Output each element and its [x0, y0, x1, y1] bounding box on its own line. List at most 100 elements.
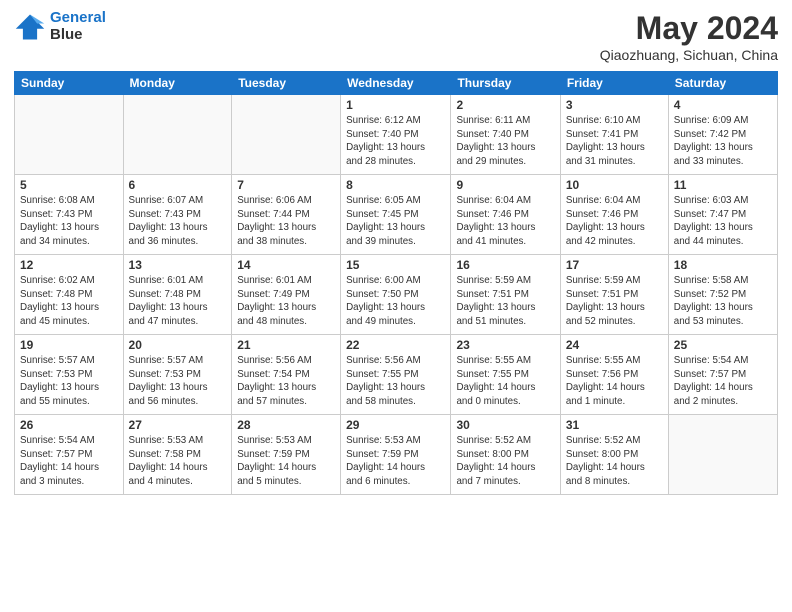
- day-number: 31: [566, 418, 663, 432]
- day-info: Sunrise: 6:01 AM Sunset: 7:49 PM Dayligh…: [237, 274, 335, 329]
- day-info: Sunrise: 5:55 AM Sunset: 7:55 PM Dayligh…: [456, 354, 554, 409]
- day-number: 9: [456, 178, 554, 192]
- calendar-week-1: 5Sunrise: 6:08 AM Sunset: 7:43 PM Daylig…: [15, 175, 778, 255]
- calendar-cell: 4 Sunrise: 6:09 AM Sunset: 7:42 PM Daylig…: [668, 95, 777, 175]
- calendar-cell: 1 Sunrise: 6:12 AM Sunset: 7:40 PM Daylig…: [341, 95, 451, 175]
- day-info: Sunrise: 5:52 AM Sunset: 8:00 PM Dayligh…: [566, 434, 663, 489]
- calendar-cell: 16 Sunrise: 5:59 AM Sunset: 7:51 PM Dayli…: [451, 255, 560, 335]
- calendar-cell: [15, 95, 124, 175]
- calendar-week-0: 1 Sunrise: 6:12 AM Sunset: 7:40 PM Daylig…: [15, 95, 778, 175]
- day-info: Sunrise: 5:53 AM Sunset: 7:58 PM Dayligh…: [129, 434, 227, 489]
- day-info: Sunrise: 6:05 AM Sunset: 7:45 PM Dayligh…: [346, 194, 445, 249]
- calendar-cell: 21 Sunrise: 5:56 AM Sunset: 7:54 PM Dayli…: [232, 335, 341, 415]
- calendar-cell: 27 Sunrise: 5:53 AM Sunset: 7:58 PM Dayli…: [123, 415, 232, 495]
- header: General Blue May 2024 Qiaozhuang, Sichua…: [14, 10, 778, 63]
- day-header-friday: Friday: [560, 72, 668, 95]
- day-info: Sunrise: 5:53 AM Sunset: 7:59 PM Dayligh…: [237, 434, 335, 489]
- day-info: Sunrise: 6:01 AM Sunset: 7:48 PM Dayligh…: [129, 274, 227, 329]
- calendar-cell: 23 Sunrise: 5:55 AM Sunset: 7:55 PM Dayli…: [451, 335, 560, 415]
- day-info: Sunrise: 6:06 AM Sunset: 7:44 PM Dayligh…: [237, 194, 335, 249]
- day-number: 11: [674, 178, 772, 192]
- day-info: Sunrise: 5:57 AM Sunset: 7:53 PM Dayligh…: [20, 354, 118, 409]
- day-number: 28: [237, 418, 335, 432]
- day-info: Sunrise: 5:55 AM Sunset: 7:56 PM Dayligh…: [566, 354, 663, 409]
- day-info: Sunrise: 6:08 AM Sunset: 7:43 PM Dayligh…: [20, 194, 118, 249]
- day-number: 4: [674, 98, 772, 112]
- day-number: 27: [129, 418, 227, 432]
- calendar-cell: 25Sunrise: 5:54 AM Sunset: 7:57 PM Dayli…: [668, 335, 777, 415]
- calendar-cell: 17Sunrise: 5:59 AM Sunset: 7:51 PM Dayli…: [560, 255, 668, 335]
- calendar-cell: 7Sunrise: 6:06 AM Sunset: 7:44 PM Daylig…: [232, 175, 341, 255]
- calendar-cell: 10 Sunrise: 6:04 AM Sunset: 7:46 PM Dayli…: [560, 175, 668, 255]
- day-info: Sunrise: 6:03 AM Sunset: 7:47 PM Dayligh…: [674, 194, 772, 249]
- day-number: 1: [346, 98, 445, 112]
- calendar-cell: 28 Sunrise: 5:53 AM Sunset: 7:59 PM Dayli…: [232, 415, 341, 495]
- calendar-cell: 22Sunrise: 5:56 AM Sunset: 7:55 PM Dayli…: [341, 335, 451, 415]
- day-info: Sunrise: 5:59 AM Sunset: 7:51 PM Dayligh…: [566, 274, 663, 329]
- location: Qiaozhuang, Sichuan, China: [600, 47, 778, 63]
- calendar-cell: 12 Sunrise: 6:02 AM Sunset: 7:48 PM Dayli…: [15, 255, 124, 335]
- day-number: 6: [129, 178, 227, 192]
- calendar-cell: [232, 95, 341, 175]
- header-row: SundayMondayTuesdayWednesdayThursdayFrid…: [15, 72, 778, 95]
- calendar-cell: 14 Sunrise: 6:01 AM Sunset: 7:49 PM Dayli…: [232, 255, 341, 335]
- day-info: Sunrise: 6:11 AM Sunset: 7:40 PM Dayligh…: [456, 114, 554, 169]
- logo-text: General Blue: [50, 10, 106, 43]
- day-info: Sunrise: 6:09 AM Sunset: 7:42 PM Dayligh…: [674, 114, 772, 169]
- calendar-cell: 3 Sunrise: 6:10 AM Sunset: 7:41 PM Daylig…: [560, 95, 668, 175]
- calendar-cell: 6 Sunrise: 6:07 AM Sunset: 7:43 PM Daylig…: [123, 175, 232, 255]
- day-header-wednesday: Wednesday: [341, 72, 451, 95]
- day-number: 16: [456, 258, 554, 272]
- day-info: Sunrise: 6:07 AM Sunset: 7:43 PM Dayligh…: [129, 194, 227, 249]
- calendar-cell: 20 Sunrise: 5:57 AM Sunset: 7:53 PM Dayli…: [123, 335, 232, 415]
- calendar-cell: 9 Sunrise: 6:04 AM Sunset: 7:46 PM Daylig…: [451, 175, 560, 255]
- calendar-cell: 18Sunrise: 5:58 AM Sunset: 7:52 PM Dayli…: [668, 255, 777, 335]
- calendar-week-3: 19 Sunrise: 5:57 AM Sunset: 7:53 PM Dayli…: [15, 335, 778, 415]
- day-header-sunday: Sunday: [15, 72, 124, 95]
- day-info: Sunrise: 6:00 AM Sunset: 7:50 PM Dayligh…: [346, 274, 445, 329]
- day-info: Sunrise: 5:59 AM Sunset: 7:51 PM Dayligh…: [456, 274, 554, 329]
- calendar-cell: 11 Sunrise: 6:03 AM Sunset: 7:47 PM Dayli…: [668, 175, 777, 255]
- calendar-table: SundayMondayTuesdayWednesdayThursdayFrid…: [14, 71, 778, 495]
- calendar-cell: 2Sunrise: 6:11 AM Sunset: 7:40 PM Daylig…: [451, 95, 560, 175]
- day-number: 10: [566, 178, 663, 192]
- day-info: Sunrise: 6:02 AM Sunset: 7:48 PM Dayligh…: [20, 274, 118, 329]
- day-number: 21: [237, 338, 335, 352]
- calendar-cell: 30 Sunrise: 5:52 AM Sunset: 8:00 PM Dayli…: [451, 415, 560, 495]
- day-info: Sunrise: 5:52 AM Sunset: 8:00 PM Dayligh…: [456, 434, 554, 489]
- day-number: 14: [237, 258, 335, 272]
- day-number: 13: [129, 258, 227, 272]
- day-number: 12: [20, 258, 118, 272]
- calendar-cell: 19 Sunrise: 5:57 AM Sunset: 7:53 PM Dayli…: [15, 335, 124, 415]
- logo-icon: [14, 11, 46, 43]
- calendar-week-4: 26Sunrise: 5:54 AM Sunset: 7:57 PM Dayli…: [15, 415, 778, 495]
- day-number: 19: [20, 338, 118, 352]
- day-info: Sunrise: 6:04 AM Sunset: 7:46 PM Dayligh…: [456, 194, 554, 249]
- day-header-tuesday: Tuesday: [232, 72, 341, 95]
- calendar-header: SundayMondayTuesdayWednesdayThursdayFrid…: [15, 72, 778, 95]
- day-number: 23: [456, 338, 554, 352]
- calendar-cell: 13 Sunrise: 6:01 AM Sunset: 7:48 PM Dayli…: [123, 255, 232, 335]
- day-header-thursday: Thursday: [451, 72, 560, 95]
- day-number: 20: [129, 338, 227, 352]
- calendar-cell: 29Sunrise: 5:53 AM Sunset: 7:59 PM Dayli…: [341, 415, 451, 495]
- calendar-cell: 8 Sunrise: 6:05 AM Sunset: 7:45 PM Daylig…: [341, 175, 451, 255]
- day-number: 30: [456, 418, 554, 432]
- day-info: Sunrise: 5:56 AM Sunset: 7:54 PM Dayligh…: [237, 354, 335, 409]
- day-info: Sunrise: 5:56 AM Sunset: 7:55 PM Dayligh…: [346, 354, 445, 409]
- day-number: 8: [346, 178, 445, 192]
- day-info: Sunrise: 5:57 AM Sunset: 7:53 PM Dayligh…: [129, 354, 227, 409]
- logo-line2: Blue: [50, 26, 83, 43]
- page: General Blue May 2024 Qiaozhuang, Sichua…: [0, 0, 792, 612]
- day-info: Sunrise: 6:10 AM Sunset: 7:41 PM Dayligh…: [566, 114, 663, 169]
- month-year: May 2024: [600, 10, 778, 47]
- calendar-cell: [123, 95, 232, 175]
- day-number: 29: [346, 418, 445, 432]
- day-header-monday: Monday: [123, 72, 232, 95]
- calendar-cell: 31 Sunrise: 5:52 AM Sunset: 8:00 PM Dayli…: [560, 415, 668, 495]
- day-number: 3: [566, 98, 663, 112]
- day-number: 25: [674, 338, 772, 352]
- day-info: Sunrise: 5:58 AM Sunset: 7:52 PM Dayligh…: [674, 274, 772, 329]
- day-info: Sunrise: 6:04 AM Sunset: 7:46 PM Dayligh…: [566, 194, 663, 249]
- day-info: Sunrise: 6:12 AM Sunset: 7:40 PM Dayligh…: [346, 114, 445, 169]
